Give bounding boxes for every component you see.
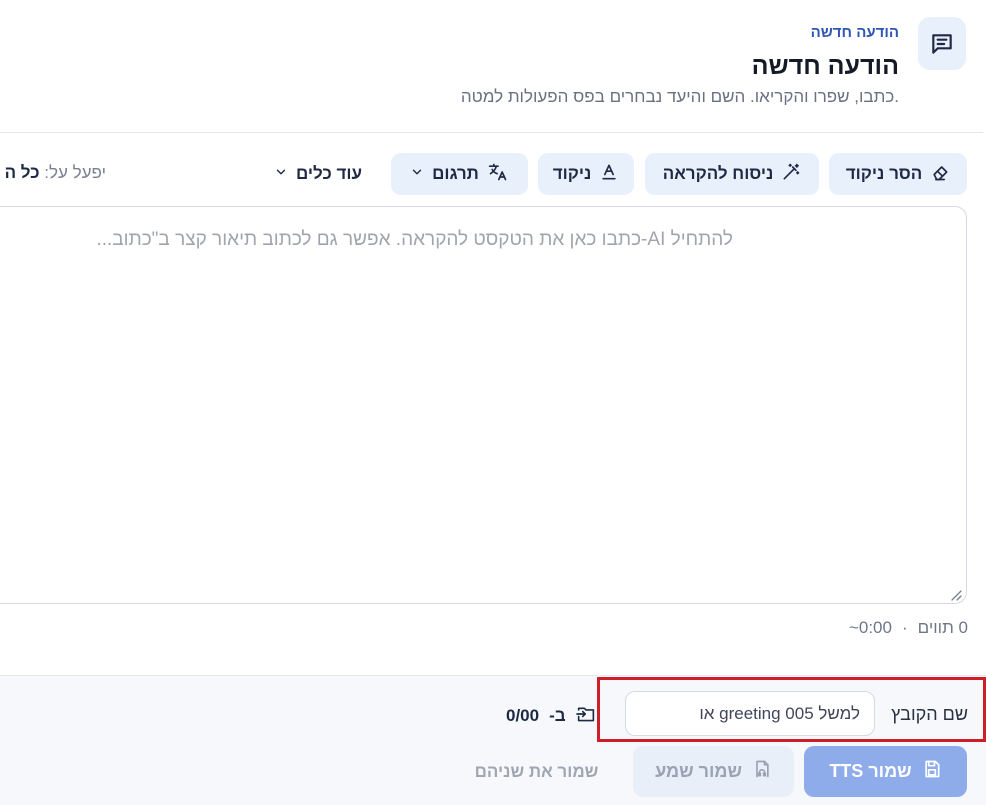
save-tts-button[interactable]: שמור TTS [804,746,967,797]
chevron-down-icon [410,164,424,184]
translate-icon [487,162,509,187]
remove-niqqud-label: הסר ניקוד [845,164,923,183]
char-count: 0 תווים [917,618,968,637]
text-editor[interactable] [0,206,967,604]
folder-import-icon [575,705,596,728]
magic-wand-icon [781,162,801,187]
applies-prefix: יפעל על: [44,163,106,182]
save-tts-label: שמור TTS [829,761,912,781]
char-counter: 0 תווים · ~0:00 [849,618,968,638]
chevron-down-icon [274,164,288,184]
translate-button[interactable]: תרגום [391,153,528,195]
header-divider [0,132,983,133]
editor-placeholder: להתחיל AI-כתבו כאן את הטקסט להקראה. אפשר… [96,229,733,250]
page-subtitle: כתבו, שפרו והקריאו. השם והיעד נבחרים בפס… [460,87,899,106]
niqqud-icon [599,162,619,187]
translate-label: תרגום [432,164,479,183]
save-audio-button[interactable]: שמור שמע [633,746,794,797]
progress-value: 0/00 [506,706,540,725]
more-tools-dropdown[interactable]: עוד כלים [268,153,368,195]
duration-estimate: ~0:00 [848,618,892,637]
save-icon [922,759,942,784]
applies-scope: כל ה [4,163,40,182]
filename-input[interactable] [625,691,875,736]
applies-to[interactable]: יפעל על: כל ה [0,163,106,185]
save-both-button[interactable]: שמור את שניהם [455,746,618,797]
eraser-icon [930,162,950,187]
rephrase-button[interactable]: ניסוח להקראה [645,153,819,195]
progress-prefix: ב- [549,706,566,725]
niqqud-label: ניקוד [552,164,592,183]
destination-progress[interactable]: ב- 0/00 [506,704,596,728]
audio-file-icon [752,759,772,784]
rephrase-label: ניסוח להקראה [662,164,774,183]
remove-niqqud-button[interactable]: הסר ניקוד [829,153,967,195]
message-square-icon [918,17,966,70]
filename-label: שם הקובץ [891,704,968,724]
niqqud-button[interactable]: ניקוד [538,153,634,195]
page-title: הודעה חדשה [751,52,899,80]
save-audio-label: שמור שמע [655,761,742,781]
resize-handle-icon[interactable] [949,588,963,602]
header-kicker: הודעה חדשה [810,24,899,41]
counter-separator: · [901,618,908,637]
more-tools-label: עוד כלים [295,164,363,183]
